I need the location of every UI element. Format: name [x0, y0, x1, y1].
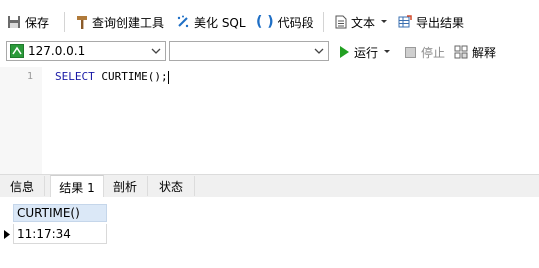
result-grid: CURTIME() 11:17:34	[0, 197, 539, 268]
tab-status[interactable]: 状态	[148, 176, 195, 196]
export-results-label: 导出结果	[416, 15, 465, 30]
hammer-icon	[77, 16, 87, 29]
connection-select[interactable]: 127.0.0.1	[6, 41, 166, 61]
run-button[interactable]: 运行	[338, 41, 395, 63]
explain-label: 解释	[472, 45, 497, 60]
tab-status-label: 状态	[158, 179, 183, 194]
query-builder-label: 查询创建工具	[92, 15, 165, 30]
sql-keyword: SELECT	[55, 70, 95, 83]
explain-button[interactable]: 解释	[454, 41, 496, 63]
connection-icon	[10, 44, 24, 58]
result-tabs: 信息 结果 1 剖析 状态	[0, 174, 539, 198]
dropdown-arrow-icon	[384, 50, 391, 53]
save-label: 保存	[25, 15, 50, 30]
sql-code-rest: CURTIME();	[94, 70, 168, 83]
dropdown-arrow-icon	[381, 20, 388, 23]
query-builder-button[interactable]: 查询创建工具	[76, 11, 164, 33]
tab-info[interactable]: 信息	[0, 176, 45, 196]
tab-profile[interactable]: 剖析	[103, 176, 148, 196]
column-header[interactable]: CURTIME()	[13, 204, 107, 222]
text-caret	[167, 70, 169, 84]
code-line[interactable]: SELECT CURTIME();	[55, 70, 169, 84]
document-icon	[335, 15, 347, 29]
explain-icon	[454, 45, 468, 59]
chevron-down-icon	[151, 48, 161, 54]
code-snippet-label: 代码段	[277, 15, 314, 30]
table-cell: 11:17:34	[17, 226, 71, 241]
text-format-label: 文本	[351, 15, 376, 30]
beautify-sql-label: 美化 SQL	[194, 15, 246, 30]
tab-result-1-label: 结果 1	[59, 180, 95, 195]
toolbar-separator	[64, 12, 65, 32]
sql-editor[interactable]: 1 SELECT CURTIME();	[0, 67, 539, 174]
save-icon	[8, 16, 20, 28]
main-toolbar: 保存 查询创建工具 美化 SQL ( ) 代码段 文本 导出结果	[0, 8, 539, 36]
line-gutter: 1	[0, 67, 42, 174]
tab-info-label: 信息	[9, 179, 34, 194]
stop-button[interactable]: 停止	[404, 41, 445, 63]
line-number: 1	[27, 71, 34, 82]
beautify-sql-button[interactable]: 美化 SQL	[176, 11, 246, 33]
table-row[interactable]: 11:17:34	[13, 224, 107, 244]
column-header-label: CURTIME()	[17, 206, 80, 220]
parentheses-icon: ( )	[256, 14, 274, 30]
code-snippet-button[interactable]: ( ) 代码段	[256, 11, 314, 33]
magic-wand-icon	[177, 15, 189, 28]
tab-result-1[interactable]: 结果 1	[50, 175, 104, 198]
export-grid-icon	[398, 15, 412, 28]
database-select[interactable]	[169, 41, 329, 61]
toolbar-separator	[323, 12, 324, 32]
connection-toolbar: 127.0.0.1 运行 停止 解释	[0, 38, 539, 66]
chevron-down-icon	[314, 48, 324, 54]
tab-profile-label: 剖析	[112, 179, 137, 194]
text-format-button[interactable]: 文本	[335, 11, 392, 33]
stop-label: 停止	[421, 45, 446, 60]
play-icon	[340, 46, 349, 58]
save-button[interactable]: 保存	[7, 11, 49, 33]
connection-value: 127.0.0.1	[28, 44, 86, 58]
export-results-button[interactable]: 导出结果	[398, 11, 464, 33]
run-label: 运行	[354, 45, 379, 60]
row-indicator-icon	[4, 230, 10, 239]
stop-icon	[405, 46, 416, 58]
